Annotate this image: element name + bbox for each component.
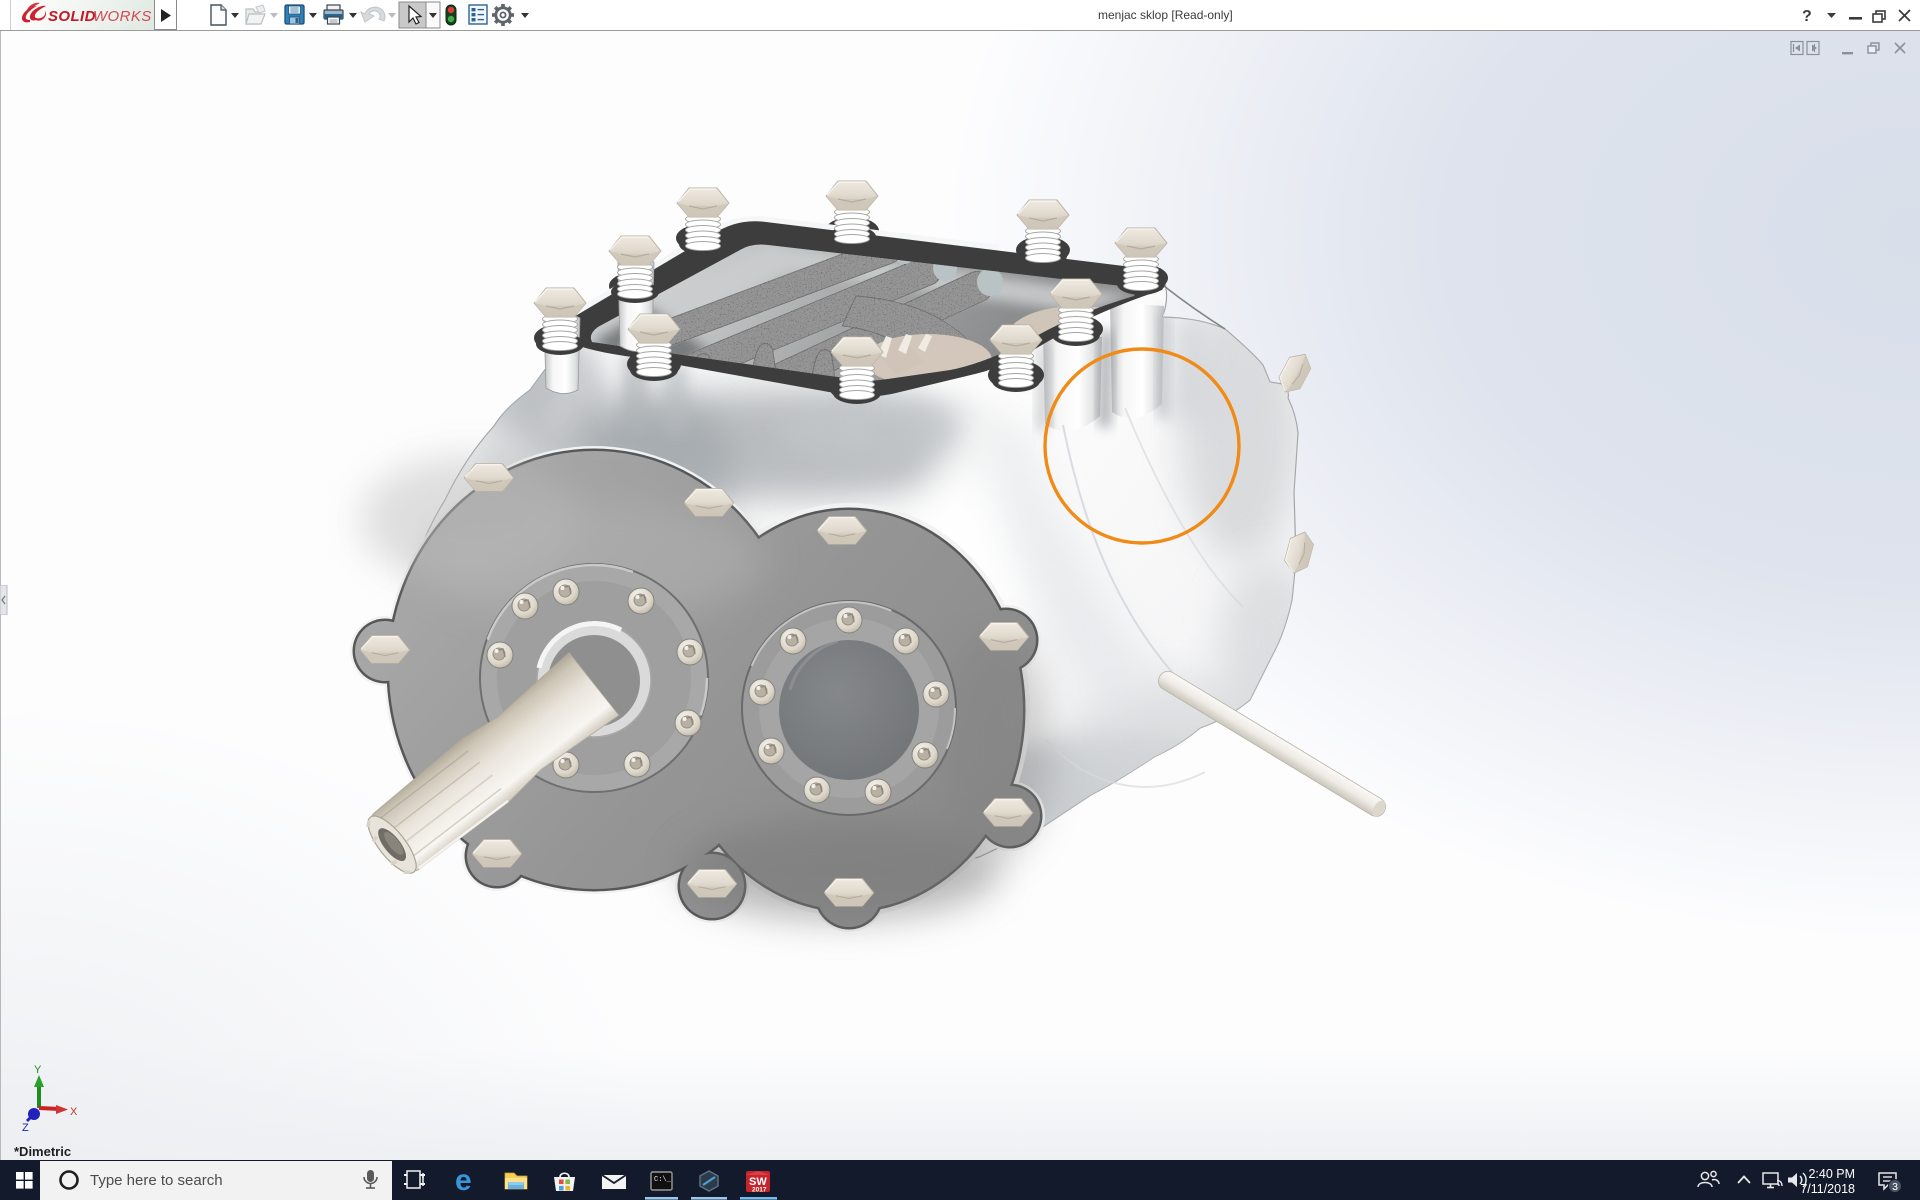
- svg-text:Y: Y: [34, 1064, 42, 1076]
- svg-text:WORKS: WORKS: [93, 8, 152, 25]
- svg-text:2:40 PM: 2:40 PM: [1808, 1167, 1855, 1181]
- svg-text:X: X: [70, 1106, 78, 1118]
- svg-text:2017: 2017: [752, 1187, 767, 1194]
- svg-text:7/11/2018: 7/11/2018: [1800, 1182, 1855, 1196]
- svg-text:C:\_: C:\_: [654, 1176, 672, 1184]
- svg-text:3: 3: [1892, 1181, 1898, 1193]
- svg-text:?: ?: [1802, 8, 1812, 25]
- svg-text:SOLID: SOLID: [48, 8, 96, 25]
- svg-text:e: e: [455, 1164, 472, 1197]
- svg-text:Z: Z: [22, 1122, 29, 1134]
